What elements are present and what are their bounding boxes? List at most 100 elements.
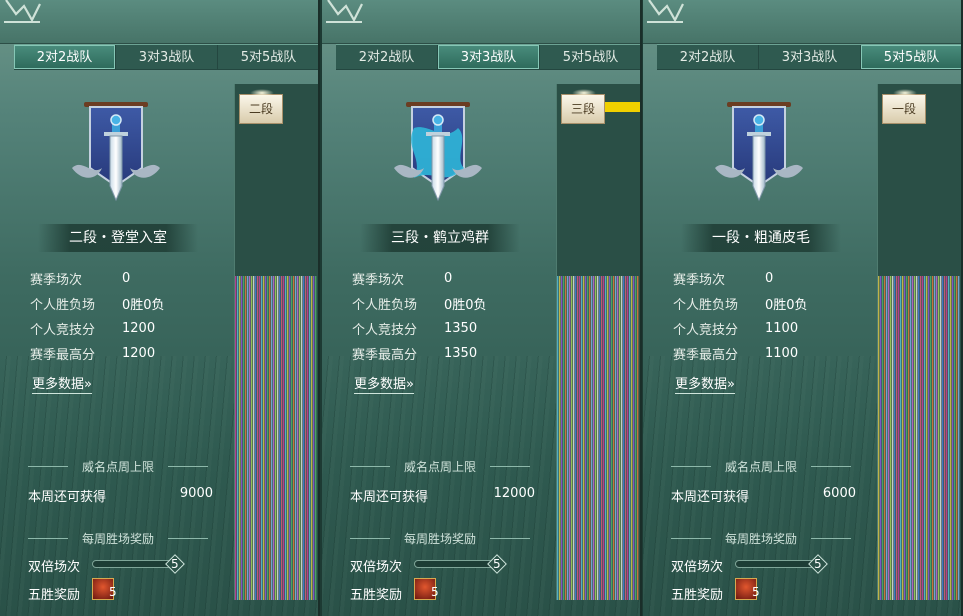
rank-progress-strip: 一段 xyxy=(877,84,961,600)
stat-value: 0胜0负 xyxy=(765,298,808,313)
stat-row: 个人胜负场 0胜0负 xyxy=(673,291,873,316)
double-chevron-right-icon: » xyxy=(84,377,92,392)
stat-value: 1350 xyxy=(444,346,478,361)
stat-label: 个人胜负场 xyxy=(673,298,739,313)
weekly-remaining-label: 本周还可获得 xyxy=(671,490,750,505)
arena-panel-3: 2对2战队 3对3战队 5对5战队 一段・粗通皮毛 赛季场次 0 个人胜负场 0… xyxy=(643,0,963,616)
weekly-remaining-value: 12000 xyxy=(493,486,535,501)
double-chevron-right-icon: » xyxy=(727,377,735,392)
rank-title: 三段・鹤立鸡群 xyxy=(360,224,520,252)
weekly-cap-heading: 威名点周上限 xyxy=(671,458,851,475)
five-win-label: 五胜奖励 xyxy=(671,588,724,603)
banner-sword-icon xyxy=(705,98,813,206)
banner-sword-icon xyxy=(62,98,170,206)
double-count: 5 xyxy=(814,557,822,571)
tab-2v2[interactable]: 2对2战队 xyxy=(14,45,116,69)
double-chevron-right-icon: » xyxy=(406,377,414,392)
rank-badge: 一段 xyxy=(882,89,926,124)
stat-value: 1200 xyxy=(122,346,156,361)
double-label: 双倍场次 xyxy=(350,560,403,575)
weekly-remaining-value: 6000 xyxy=(822,486,856,501)
corner-ornament-icon xyxy=(645,0,685,24)
stat-row: 赛季最高分 1200 xyxy=(30,341,230,366)
weekly-remaining-label: 本周还可获得 xyxy=(28,490,107,505)
reward-count: 5 xyxy=(752,585,760,599)
double-label-row: 双倍场次 xyxy=(28,556,80,575)
rank-progress-track xyxy=(926,102,961,112)
team-tabs: 2对2战队 3对3战队 5对5战队 xyxy=(336,44,640,70)
rank-badge: 二段 xyxy=(239,89,283,124)
reward-count: 5 xyxy=(431,585,439,599)
tab-3v3[interactable]: 3对3战队 xyxy=(116,45,218,69)
weekly-cap-heading: 威名点周上限 xyxy=(350,458,530,475)
double-count: 5 xyxy=(493,557,501,571)
tab-2v2[interactable]: 2对2战队 xyxy=(336,45,438,69)
rank-progress-track xyxy=(283,102,318,112)
stat-value: 1100 xyxy=(765,321,799,336)
glitch-artifact xyxy=(235,276,317,600)
double-count: 5 xyxy=(171,557,179,571)
rank-title: 二段・登堂入室 xyxy=(38,224,198,252)
weekly-remaining-row: 本周还可获得 12000 xyxy=(350,486,535,505)
stat-label: 个人竞技分 xyxy=(30,323,96,338)
tab-5v5[interactable]: 5对5战队 xyxy=(540,45,640,69)
more-data-link[interactable]: 更多数据» xyxy=(32,373,92,394)
stat-row: 个人胜负场 0胜0负 xyxy=(30,291,230,316)
more-data-link[interactable]: 更多数据» xyxy=(675,373,735,394)
five-win-row: 五胜奖励 xyxy=(671,584,723,603)
progress-track xyxy=(414,560,496,568)
glitch-artifact xyxy=(878,276,960,600)
stat-label: 赛季最高分 xyxy=(30,348,96,363)
stat-row: 赛季场次 0 xyxy=(352,266,552,291)
tab-3v3[interactable]: 3对3战队 xyxy=(759,45,861,69)
tab-5v5[interactable]: 5对5战队 xyxy=(218,45,318,69)
weekly-remaining-value: 9000 xyxy=(179,486,213,501)
weekly-reward-heading: 每周胜场奖励 xyxy=(350,530,530,547)
corner-ornament-icon xyxy=(324,0,364,24)
stat-row: 个人竞技分 1350 xyxy=(352,316,552,341)
stat-value: 1200 xyxy=(122,321,156,336)
stat-label: 个人竞技分 xyxy=(673,323,739,338)
season-stats: 赛季场次 0 个人胜负场 0胜0负 个人竞技分 1200 赛季最高分 1200 xyxy=(30,266,230,366)
double-label-row: 双倍场次 xyxy=(350,556,402,575)
stat-row: 赛季最高分 1350 xyxy=(352,341,552,366)
stat-value: 0 xyxy=(122,271,131,286)
stat-label: 赛季场次 xyxy=(352,273,405,288)
rank-badge: 三段 xyxy=(561,89,605,124)
season-stats: 赛季场次 0 个人胜负场 0胜0负 个人竞技分 1100 赛季最高分 1100 xyxy=(673,266,873,366)
stat-value: 0 xyxy=(765,271,774,286)
banner-dragon-sword-icon xyxy=(384,98,492,206)
season-stats: 赛季场次 0 个人胜负场 0胜0负 个人竞技分 1350 赛季最高分 1350 xyxy=(352,266,552,366)
team-tabs: 2对2战队 3对3战队 5对5战队 xyxy=(657,44,961,70)
rank-progress-track xyxy=(605,102,640,112)
stat-value: 0胜0负 xyxy=(122,298,165,313)
weekly-reward-heading: 每周胜场奖励 xyxy=(28,530,208,547)
tab-2v2[interactable]: 2对2战队 xyxy=(657,45,759,69)
top-bar xyxy=(643,0,961,44)
arena-panel-2: 2对2战队 3对3战队 5对5战队 三段・鹤立鸡群 赛季场次 0 个人胜负场 0… xyxy=(322,0,642,616)
rank-progress-strip: 二段 xyxy=(234,84,318,600)
stat-value: 0 xyxy=(444,271,453,286)
stat-row: 个人竞技分 1200 xyxy=(30,316,230,341)
stat-label: 个人胜负场 xyxy=(352,298,418,313)
stat-label: 赛季最高分 xyxy=(352,348,418,363)
tab-3v3[interactable]: 3对3战队 xyxy=(438,45,540,69)
stat-label: 赛季场次 xyxy=(673,273,726,288)
stat-row: 赛季场次 0 xyxy=(30,266,230,291)
more-data-link[interactable]: 更多数据» xyxy=(354,373,414,394)
stat-value: 1350 xyxy=(444,321,478,336)
tab-5v5[interactable]: 5对5战队 xyxy=(861,45,961,69)
double-progress-bar: 5 xyxy=(414,554,507,574)
reward-count: 5 xyxy=(109,585,117,599)
five-win-label: 五胜奖励 xyxy=(350,588,403,603)
stat-label: 个人竞技分 xyxy=(352,323,418,338)
stat-row: 赛季场次 0 xyxy=(673,266,873,291)
top-bar xyxy=(322,0,640,44)
arena-panel-1: 2对2战队 3对3战队 5对5战队 二段・登堂入室 赛季场次 0 个人胜负场 0… xyxy=(0,0,320,616)
weekly-remaining-row: 本周还可获得 6000 xyxy=(671,486,856,505)
stat-row: 个人胜负场 0胜0负 xyxy=(352,291,552,316)
rank-progress-strip: 三段 xyxy=(556,84,640,600)
team-tabs: 2对2战队 3对3战队 5对5战队 xyxy=(14,44,318,70)
double-label: 双倍场次 xyxy=(28,560,81,575)
five-win-row: 五胜奖励 xyxy=(350,584,402,603)
